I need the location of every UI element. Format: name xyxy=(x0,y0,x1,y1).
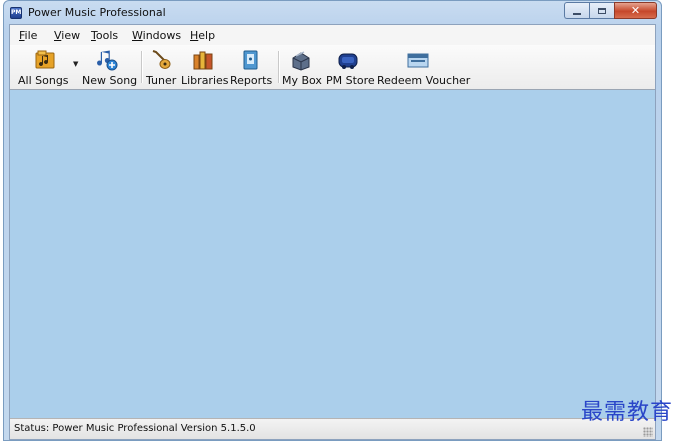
new-song-label: New Song xyxy=(82,74,138,87)
close-icon: ✕ xyxy=(630,4,641,17)
my-box-icon xyxy=(292,51,310,71)
store-icon xyxy=(338,53,358,69)
app-icon[interactable]: PM xyxy=(10,7,22,19)
menu-bar: File View Tools Windows Help xyxy=(10,25,655,45)
new-song-icon xyxy=(97,50,118,71)
status-bar: Status: Power Music Professional Version… xyxy=(10,418,655,439)
title-bar[interactable]: PM Power Music Professional ✕ xyxy=(4,1,661,23)
menu-view[interactable]: View xyxy=(54,29,80,42)
window-title: Power Music Professional xyxy=(28,6,166,19)
libraries-label: Libraries xyxy=(181,74,229,87)
watermark: 最需教育 xyxy=(580,400,673,425)
pm-store-label: PM Store xyxy=(326,74,375,87)
status-text: Status: Power Music Professional Version… xyxy=(14,423,256,434)
libraries-button[interactable]: Libraries xyxy=(181,47,229,87)
tuner-button[interactable]: Tuner xyxy=(146,47,176,87)
menu-file-rest: ile xyxy=(24,29,38,42)
all-songs-button[interactable]: All Songs ▼ xyxy=(16,47,78,87)
reports-icon xyxy=(243,50,258,70)
app-window: PM Power Music Professional ✕ File View … xyxy=(3,0,662,441)
new-song-button[interactable]: New Song xyxy=(82,47,138,87)
minimize-button[interactable] xyxy=(564,2,589,19)
resize-grip[interactable] xyxy=(643,427,653,437)
maximize-button[interactable] xyxy=(589,2,614,19)
reports-label: Reports xyxy=(230,74,273,87)
client-area: File View Tools Windows Help All Songs ▼ xyxy=(9,24,656,440)
mdi-workspace[interactable] xyxy=(10,90,655,419)
redeem-voucher-button[interactable]: Redeem Voucher xyxy=(377,47,470,87)
toolbar: All Songs ▼ New Song Tuner Libraries Rep… xyxy=(10,45,655,90)
toolbar-separator xyxy=(141,51,143,83)
redeem-voucher-label: Redeem Voucher xyxy=(377,74,471,87)
minimize-icon xyxy=(573,12,581,15)
close-button[interactable]: ✕ xyxy=(614,2,657,19)
pm-store-button[interactable]: PM Store xyxy=(326,47,375,87)
my-box-button[interactable]: My Box xyxy=(282,47,322,87)
menu-tools-rest: ools xyxy=(95,29,119,42)
tuner-label: Tuner xyxy=(146,74,177,87)
menu-tools[interactable]: Tools xyxy=(91,29,118,42)
menu-help-rest: elp xyxy=(198,29,216,42)
songs-folder-icon xyxy=(35,50,55,69)
reports-button[interactable]: Reports xyxy=(230,47,273,87)
my-box-label: My Box xyxy=(282,74,322,87)
menu-view-rest: iew xyxy=(61,29,81,42)
menu-help[interactable]: Help xyxy=(190,29,215,42)
guitar-icon xyxy=(152,50,171,69)
caption-buttons: ✕ xyxy=(564,2,657,19)
voucher-icon xyxy=(407,53,429,68)
chevron-down-icon[interactable]: ▼ xyxy=(73,60,78,68)
menu-file[interactable]: File xyxy=(19,29,37,42)
all-songs-label: All Songs xyxy=(18,74,69,87)
menu-windows[interactable]: Windows xyxy=(132,29,181,42)
toolbar-separator xyxy=(278,51,280,83)
libraries-icon xyxy=(193,51,213,70)
maximize-icon xyxy=(598,7,606,14)
menu-windows-accel: W xyxy=(132,29,143,42)
menu-windows-rest: indows xyxy=(142,29,182,42)
